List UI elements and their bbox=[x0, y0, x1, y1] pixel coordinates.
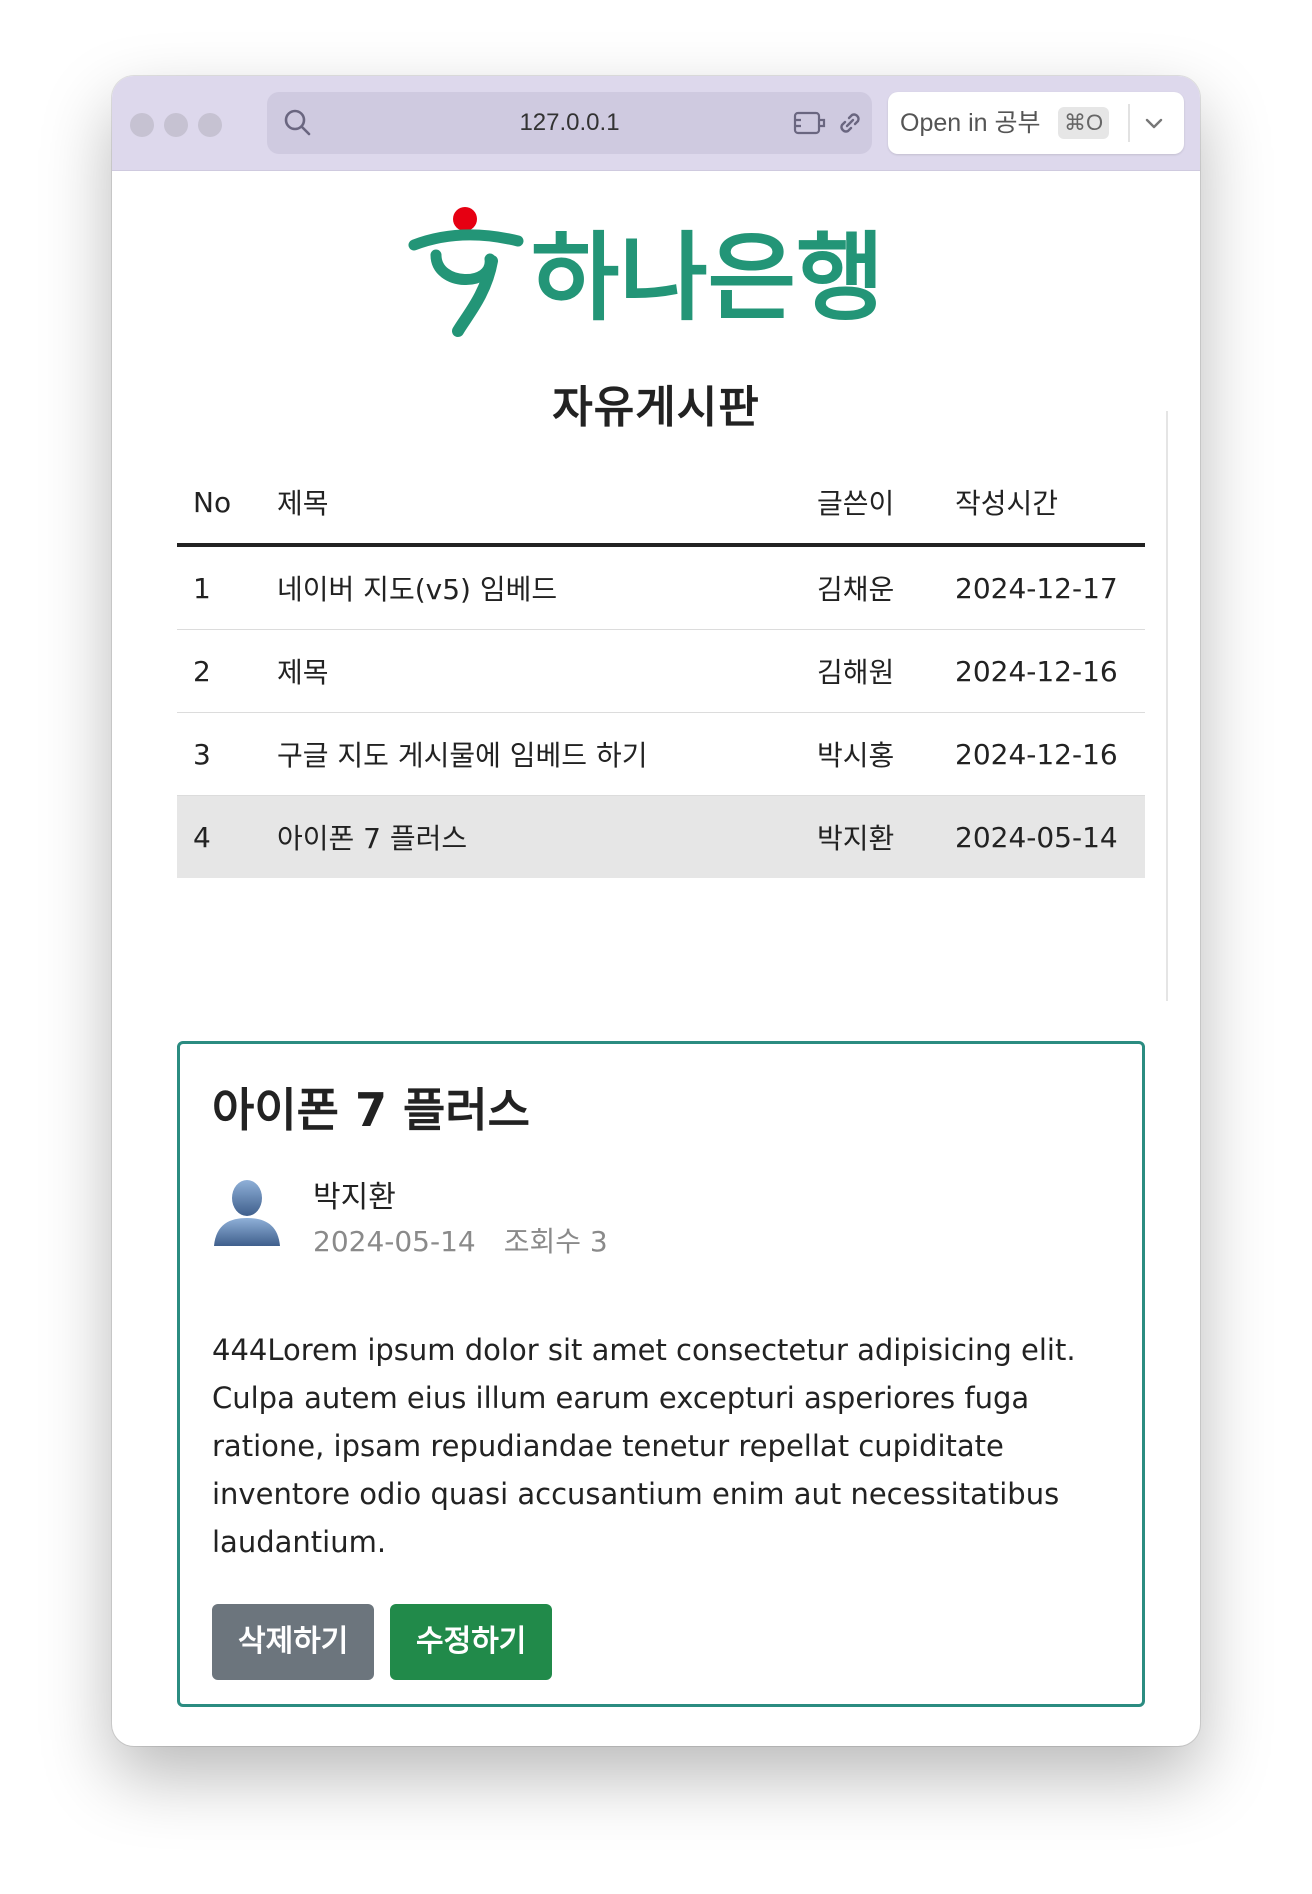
table-row[interactable]: 1 네이버 지도(v5) 임베드 김채운 2024-12-17 bbox=[177, 545, 1145, 630]
table-row[interactable]: 2 제목 김해원 2024-12-16 bbox=[177, 629, 1145, 713]
scrollbar-track[interactable] bbox=[1166, 411, 1168, 1001]
table-row-selected[interactable]: 4 아이폰 7 플러스 박지환 2024-05-14 bbox=[177, 795, 1145, 878]
shortcut-badge: ⌘O bbox=[1058, 107, 1110, 139]
zoom-window-button[interactable] bbox=[198, 113, 222, 137]
svg-text:하나은행: 하나은행 bbox=[531, 222, 884, 334]
post-date: 2024-05-14 bbox=[313, 1225, 476, 1258]
bank-logo: 하나은행 bbox=[408, 207, 884, 337]
edit-button[interactable]: 수정하기 bbox=[390, 1604, 553, 1680]
board-title: 자유게시판 bbox=[552, 382, 760, 433]
url-text: 127.0.0.1 bbox=[519, 109, 620, 136]
table-row[interactable]: 3 구글 지도 게시물에 임베드 하기 박시홍 2024-12-16 bbox=[177, 712, 1145, 796]
browser-toolbar: 127.0.0.1 Open in 공부 ⌘O bbox=[112, 76, 1200, 171]
table-header-row: No 제목 글쓴이 작성시간 bbox=[177, 461, 1145, 547]
page-content: 하나은행 자유게시판 No 제목 글쓴이 작성시간 1 네이버 지도(v5) 임… bbox=[112, 171, 1200, 1746]
address-bar[interactable]: 127.0.0.1 bbox=[267, 92, 872, 154]
divider bbox=[1128, 104, 1130, 142]
post-detail-card: 아이폰 7 플러스 박지환 2024-05-14 조회수 3 444Lorem i… bbox=[177, 1041, 1145, 1707]
close-window-button[interactable] bbox=[130, 113, 154, 137]
row-no: 3 bbox=[177, 712, 261, 796]
row-author: 박시홍 bbox=[801, 712, 939, 796]
row-title[interactable]: 네이버 지도(v5) 임베드 bbox=[261, 545, 801, 630]
row-no: 2 bbox=[177, 629, 261, 713]
row-author: 김해원 bbox=[801, 629, 939, 713]
minimize-window-button[interactable] bbox=[164, 113, 188, 137]
delete-button[interactable]: 삭제하기 bbox=[212, 1604, 375, 1680]
post-meta: 2024-05-14 조회수 3 bbox=[313, 1220, 608, 1260]
row-title[interactable]: 구글 지도 게시물에 임베드 하기 bbox=[261, 712, 801, 796]
link-icon[interactable] bbox=[835, 108, 865, 138]
open-in-app-button[interactable]: Open in 공부 ⌘O bbox=[888, 92, 1184, 154]
column-header-author: 글쓴이 bbox=[801, 461, 939, 547]
post-views: 조회수 3 bbox=[503, 1225, 608, 1258]
row-no: 1 bbox=[177, 545, 261, 630]
row-title[interactable]: 아이폰 7 플러스 bbox=[261, 795, 801, 878]
column-header-date: 작성시간 bbox=[939, 461, 1145, 547]
row-date: 2024-05-14 bbox=[939, 795, 1145, 878]
chevron-down-icon[interactable] bbox=[1142, 112, 1166, 134]
row-author: 박지환 bbox=[801, 795, 939, 878]
extension-icon[interactable] bbox=[793, 108, 827, 138]
user-avatar-icon bbox=[214, 1180, 280, 1246]
browser-window: 127.0.0.1 Open in 공부 ⌘O 하나은행 자유게시판 No 제목… bbox=[112, 76, 1200, 1746]
open-in-label: Open in 공부 bbox=[900, 109, 1041, 137]
column-header-no: No bbox=[177, 461, 261, 547]
column-header-title: 제목 bbox=[261, 461, 801, 547]
row-date: 2024-12-17 bbox=[939, 545, 1145, 630]
board-table: No 제목 글쓴이 작성시간 1 네이버 지도(v5) 임베드 김채운 2024… bbox=[177, 461, 1145, 878]
row-title[interactable]: 제목 bbox=[261, 629, 801, 713]
post-body: 444Lorem ipsum dolor sit amet consectetu… bbox=[212, 1333, 1076, 1559]
row-date: 2024-12-16 bbox=[939, 629, 1145, 713]
post-author: 박지환 bbox=[313, 1180, 396, 1215]
row-no: 4 bbox=[177, 795, 261, 878]
row-author: 김채운 bbox=[801, 545, 939, 630]
post-title: 아이폰 7 플러스 bbox=[212, 1083, 530, 1137]
row-date: 2024-12-16 bbox=[939, 712, 1145, 796]
